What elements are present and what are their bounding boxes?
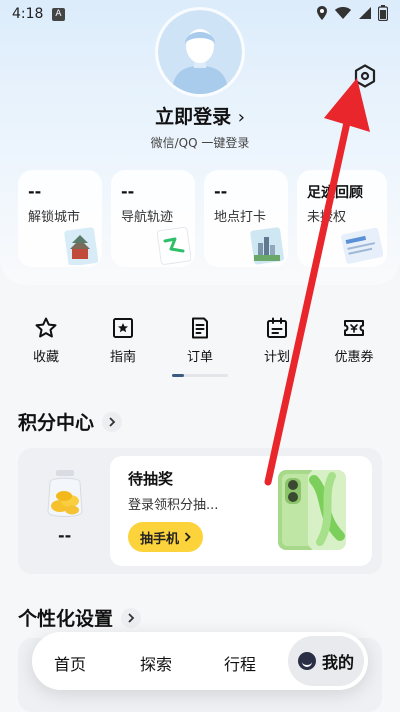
calendar-icon xyxy=(267,317,287,338)
lottery-card[interactable]: 待抽奖 登录领积分抽... 抽手机 xyxy=(110,456,372,566)
login-label: 立即登录 xyxy=(155,106,232,128)
route-illustration-icon xyxy=(156,226,191,265)
lottery-description: 登录领积分抽... xyxy=(128,498,219,513)
wifi-icon xyxy=(335,7,351,19)
settings-button[interactable] xyxy=(352,63,378,89)
page-indicator xyxy=(172,374,228,377)
stat-value: -- xyxy=(121,182,135,201)
nav-explore[interactable]: 探索 xyxy=(140,651,172,675)
location-icon xyxy=(317,6,327,20)
stat-card-cities[interactable]: -- 解锁城市 xyxy=(18,170,102,267)
settings-hexagon-icon xyxy=(354,64,376,88)
nav-home[interactable]: 首页 xyxy=(54,651,86,675)
quick-action-label: 优惠券 xyxy=(334,350,374,365)
stat-label: 导航轨迹 xyxy=(121,210,174,225)
status-time: 4:18 xyxy=(12,6,44,22)
order-icon xyxy=(192,317,208,339)
phone-prize-image xyxy=(278,470,346,550)
chevron-right-icon xyxy=(102,411,123,432)
chevron-right-icon xyxy=(184,532,191,542)
bottom-nav: 首页 探索 行程 我的 xyxy=(32,632,368,690)
quick-action-label: 订单 xyxy=(186,350,213,365)
page-indicator-active xyxy=(172,374,184,377)
section-title: 个性化设置 xyxy=(18,608,114,630)
status-icons xyxy=(316,5,388,21)
quick-action-guide[interactable]: 指南 xyxy=(93,316,153,365)
nav-me-label: 我的 xyxy=(321,653,354,672)
profile-face-icon xyxy=(297,652,316,670)
stat-card-tracks[interactable]: -- 导航轨迹 xyxy=(111,170,195,267)
draw-phone-label: 抽手机 xyxy=(140,531,180,547)
section-title: 积分中心 xyxy=(18,412,95,434)
stat-label: 未授权 xyxy=(307,210,347,225)
stat-value: 足迹回顾 xyxy=(307,185,363,201)
quick-action-favorites[interactable]: 收藏 xyxy=(16,316,76,365)
avatar[interactable] xyxy=(158,10,242,94)
default-avatar-icon xyxy=(158,10,242,94)
signal-icon xyxy=(359,7,371,19)
stat-card-checkins[interactable]: -- 地点打卡 xyxy=(204,170,288,267)
points-center-header[interactable]: 积分中心 xyxy=(18,408,123,435)
stat-value: -- xyxy=(28,182,42,201)
draw-phone-button[interactable]: 抽手机 xyxy=(128,522,204,552)
personalization-header[interactable]: 个性化设置 xyxy=(18,604,142,631)
points-card: -- 待抽奖 登录领积分抽... 抽手机 xyxy=(18,448,382,574)
battery-icon xyxy=(378,5,388,21)
chevron-right-icon xyxy=(121,607,142,628)
login-subtitle: 微信/QQ 一键登录 xyxy=(150,136,250,150)
city-illustration-icon xyxy=(250,227,284,265)
login-link[interactable]: 立即登录 › xyxy=(0,102,400,129)
coupon-icon xyxy=(344,320,364,336)
quick-action-orders[interactable]: 订单 xyxy=(170,316,230,365)
notification-icon: A xyxy=(52,8,65,21)
stat-card-footprint[interactable]: 足迹回顾 未授权 xyxy=(297,170,387,267)
quick-action-label: 指南 xyxy=(109,350,136,365)
coin-jar-icon xyxy=(47,470,83,517)
newspaper-illustration-icon xyxy=(341,227,383,264)
quick-action-label: 收藏 xyxy=(32,350,59,365)
chevron-right-icon: › xyxy=(237,107,245,128)
quick-action-coupons[interactable]: 优惠券 xyxy=(324,316,384,365)
stat-label: 地点打卡 xyxy=(214,210,267,225)
nav-trip[interactable]: 行程 xyxy=(224,651,256,675)
points-value: -- xyxy=(58,526,72,545)
star-icon xyxy=(35,317,57,338)
temple-illustration-icon xyxy=(64,227,98,265)
lottery-title: 待抽奖 xyxy=(128,470,174,488)
nav-me[interactable]: 我的 xyxy=(288,636,364,686)
quick-action-label: 计划 xyxy=(263,350,290,365)
stat-label: 解锁城市 xyxy=(28,210,81,225)
stat-value: -- xyxy=(214,182,228,201)
guide-icon xyxy=(113,318,133,338)
quick-action-plan[interactable]: 计划 xyxy=(247,316,307,365)
